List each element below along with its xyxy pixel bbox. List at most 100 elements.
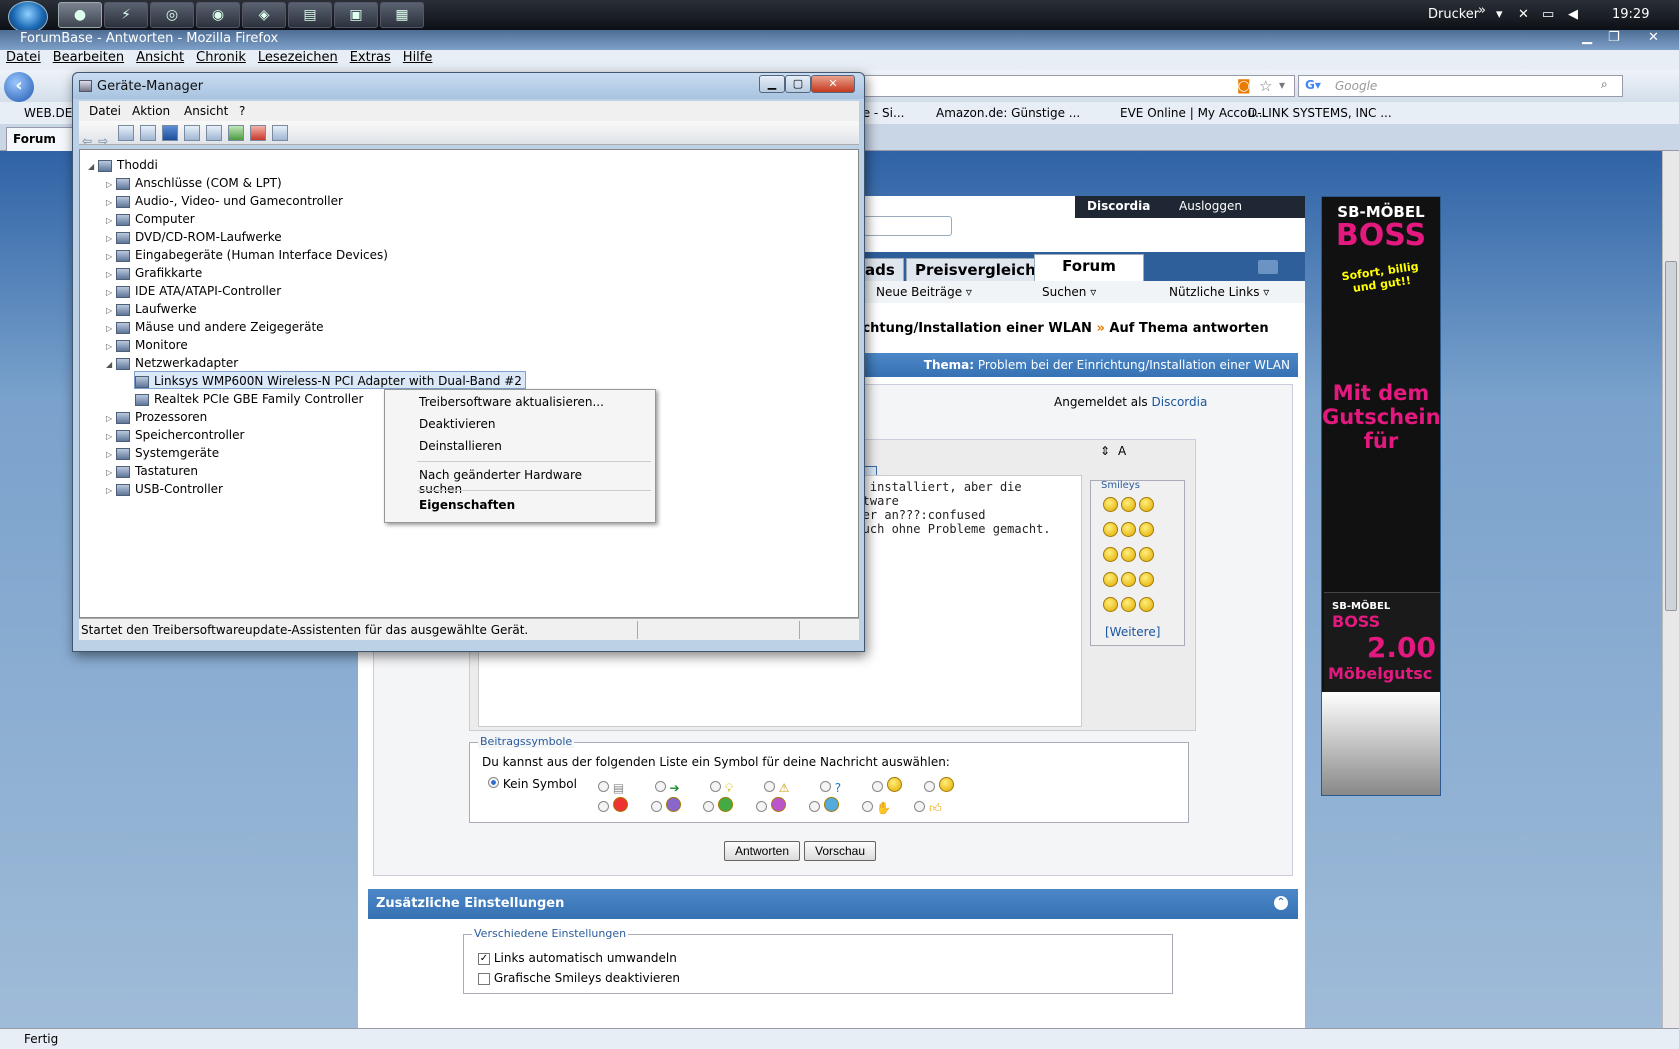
- close-icon[interactable]: ✕: [1648, 30, 1659, 45]
- extra-settings-bar[interactable]: Zusätzliche Einstellungen ⌃: [368, 889, 1298, 919]
- ctx-uninstall[interactable]: Deinstallieren: [385, 436, 655, 456]
- menu-ansicht[interactable]: Ansicht: [136, 50, 184, 65]
- tree-node[interactable]: ▷ Computer: [106, 210, 195, 228]
- tree-node[interactable]: ▷ Prozessoren: [106, 408, 207, 426]
- ctx-properties[interactable]: Eigenschaften: [385, 495, 655, 515]
- dm-close-button[interactable]: ✕: [811, 75, 855, 93]
- preview-button[interactable]: Vorschau: [804, 841, 877, 861]
- checkbox-checked[interactable]: ✓: [478, 952, 490, 965]
- smiley-icon[interactable]: [1121, 547, 1137, 562]
- thunder-task-icon[interactable]: ⚡: [104, 2, 148, 28]
- volume-icon[interactable]: ◀: [1568, 7, 1578, 22]
- help-icon[interactable]: [161, 125, 178, 141]
- scrollbar-thumb[interactable]: [1665, 261, 1677, 611]
- tree-node[interactable]: ▷ Systemgeräte: [106, 444, 219, 462]
- clock[interactable]: 19:29: [1612, 7, 1649, 22]
- monitor-tray-icon[interactable]: ▭: [1542, 7, 1554, 22]
- collapse-arrow-icon[interactable]: ◢: [88, 158, 98, 176]
- app2-task-icon[interactable]: ◉: [196, 2, 240, 28]
- dm-menu-aktion[interactable]: Aktion: [132, 104, 170, 118]
- tray-chevron[interactable]: »: [1478, 3, 1486, 18]
- radio-option[interactable]: [763, 781, 775, 792]
- radio-option[interactable]: [861, 801, 873, 812]
- menu-extras[interactable]: Extras: [350, 50, 391, 65]
- reply-button[interactable]: Antworten: [724, 841, 801, 861]
- smileys-more-link[interactable]: [Weitere]: [1105, 625, 1160, 639]
- radio-option[interactable]: [654, 781, 666, 792]
- user-link[interactable]: Discordia: [1087, 199, 1150, 213]
- tree-node[interactable]: ▷ DVD/CD-ROM-Laufwerke: [106, 228, 282, 246]
- smiley-icon[interactable]: [1139, 547, 1155, 562]
- smiley-icon[interactable]: [1139, 572, 1155, 587]
- device-task-icon[interactable]: ▦: [380, 2, 424, 28]
- option-links[interactable]: ✓ Links automatisch umwandeln: [478, 951, 677, 965]
- no-symbol-option[interactable]: Kein Symbol: [488, 777, 577, 791]
- logout-link[interactable]: Ausloggen: [1179, 199, 1242, 213]
- ctx-disable[interactable]: Deaktivieren: [385, 414, 655, 434]
- chevron-down-icon[interactable]: ▾: [1496, 7, 1503, 22]
- app-task-icon[interactable]: ◎: [150, 2, 194, 28]
- subnav-search[interactable]: Suchen ▿: [1042, 285, 1096, 299]
- dm-menu-ansicht[interactable]: Ansicht: [184, 104, 228, 118]
- properties-icon[interactable]: [139, 125, 156, 141]
- tree-node[interactable]: ▷ Tastaturen: [106, 462, 198, 480]
- dm-menu-help[interactable]: ?: [239, 104, 245, 118]
- dm-minimize-button[interactable]: ▁: [759, 75, 785, 93]
- menu-datei[interactable]: Datei: [6, 50, 41, 65]
- collapse-up-icon[interactable]: ⌃: [1274, 896, 1288, 910]
- resize-icon[interactable]: ⇕: [1100, 444, 1110, 458]
- url-bar[interactable]: ◙ ☆ ▾: [840, 75, 1295, 97]
- forum-search-field[interactable]: [852, 216, 952, 236]
- radio-option[interactable]: [598, 781, 609, 792]
- scan-hardware-icon[interactable]: [205, 125, 222, 141]
- bookmark-eve[interactable]: EVE Online | My Accou...: [1120, 106, 1266, 120]
- folder-task-icon[interactable]: ▤: [288, 2, 332, 28]
- tree-node[interactable]: ▷ Mäuse und andere Zeigegeräte: [106, 318, 324, 336]
- smiley-icon[interactable]: [1103, 597, 1118, 612]
- radio-option[interactable]: [756, 801, 768, 812]
- expand-arrow-icon[interactable]: ▷: [106, 482, 116, 500]
- page-scrollbar[interactable]: [1662, 151, 1679, 1028]
- tree-node[interactable]: ▷ Anschlüsse (COM & LPT): [106, 174, 282, 192]
- collapse-icon[interactable]: [1258, 260, 1278, 274]
- smiley-icon[interactable]: [1139, 522, 1155, 537]
- bookmark-amazon[interactable]: Amazon.de: Günstige ...: [936, 106, 1080, 120]
- dropdown-icon[interactable]: ▾: [1279, 78, 1285, 92]
- radio-option[interactable]: [808, 801, 820, 812]
- smiley-icon[interactable]: [1103, 572, 1118, 587]
- update-driver-icon[interactable]: [227, 125, 244, 141]
- rss-icon[interactable]: ◙: [1237, 78, 1251, 94]
- google-icon[interactable]: G▾: [1305, 78, 1321, 92]
- menu-chronik[interactable]: Chronik: [196, 50, 246, 65]
- smiley-icon[interactable]: [1121, 497, 1137, 512]
- collapse-arrow-icon[interactable]: ◢: [106, 356, 116, 374]
- tree-node[interactable]: ▷ Grafikkarte: [106, 264, 202, 282]
- ctx-scan-hardware[interactable]: Nach geänderter Hardware suchen: [385, 465, 655, 496]
- view-icon[interactable]: [183, 125, 200, 141]
- ctx-update-driver[interactable]: Treibersoftware aktualisieren...: [385, 392, 655, 412]
- menu-lesezeichen[interactable]: Lesezeichen: [258, 50, 338, 65]
- radio-selected[interactable]: [488, 777, 499, 788]
- radio-option[interactable]: [650, 801, 662, 812]
- disable-icon[interactable]: [271, 125, 288, 141]
- window-task-icon[interactable]: ▣: [334, 2, 378, 28]
- radio-option[interactable]: [710, 781, 722, 792]
- breadcrumb-thread[interactable]: ichtung/Installation einer WLAN: [858, 321, 1092, 336]
- search-input[interactable]: Google G▾ ⌕: [1298, 75, 1623, 97]
- tree-node[interactable]: ▷ Eingabegeräte (Human Interface Devices): [106, 246, 388, 264]
- tree-node[interactable]: ▷ IDE ATA/ATAPI-Controller: [106, 282, 281, 300]
- forward-arrow-icon[interactable]: ⇨: [98, 134, 108, 150]
- checkbox[interactable]: [478, 972, 490, 985]
- dm-menu-datei[interactable]: Datei: [89, 104, 121, 118]
- advertisement-banner[interactable]: SB-MÖBEL BOSS Sofort, billig und gut!! M…: [1321, 196, 1441, 796]
- show-hide-tree-icon[interactable]: [117, 125, 134, 141]
- back-arrow-icon[interactable]: ⇦: [82, 134, 92, 150]
- restore-icon[interactable]: ❐: [1608, 30, 1620, 45]
- tray-label[interactable]: Drucker: [1428, 7, 1479, 22]
- tree-node[interactable]: ▷ Laufwerke: [106, 300, 197, 318]
- smiley-icon[interactable]: [1103, 522, 1118, 537]
- bookmark-dlink[interactable]: D-LINK SYSTEMS, INC ...: [1248, 106, 1392, 120]
- smiley-icon[interactable]: [1139, 497, 1155, 512]
- smiley-icon[interactable]: [1121, 597, 1137, 612]
- smiley-icon[interactable]: [1121, 572, 1137, 587]
